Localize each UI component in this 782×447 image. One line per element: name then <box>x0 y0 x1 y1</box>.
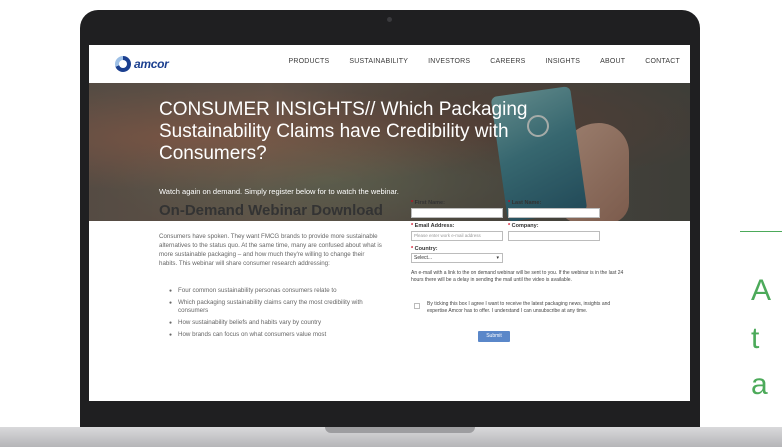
logo-mark-icon <box>115 56 131 72</box>
hero-title: CONSUMER INSIGHTS// Which Packaging Sust… <box>159 99 528 164</box>
camera-icon <box>387 17 392 22</box>
consent-checkbox[interactable] <box>414 303 420 309</box>
list-item: Four common sustainability personas cons… <box>169 287 394 295</box>
country-select-value: Select... <box>414 255 433 261</box>
last-name-label: * Last Name: <box>508 200 542 206</box>
nav-item-contact[interactable]: CONTACT <box>645 58 680 65</box>
slide-text-fragment: a <box>751 368 768 401</box>
amcor-logo[interactable]: amcor <box>115 56 169 72</box>
hero-banner: CONSUMER INSIGHTS// Which Packaging Sust… <box>89 83 690 221</box>
nav-item-investors[interactable]: INVESTORS <box>428 58 470 65</box>
logo-text: amcor <box>134 57 169 71</box>
country-label: * Country: <box>411 246 438 252</box>
last-name-field[interactable] <box>508 208 600 218</box>
nav-menu: PRODUCTS SUSTAINABILITY INVESTORS CAREER… <box>289 58 680 65</box>
email-field[interactable]: Please enter work e-mail address <box>411 231 503 241</box>
screen-bottom-bezel <box>89 401 690 427</box>
nav-item-insights[interactable]: INSIGHTS <box>545 58 580 65</box>
company-label: * Company: <box>508 223 539 229</box>
laptop-screen: amcor PRODUCTS SUSTAINABILITY INVESTORS … <box>89 45 690 401</box>
list-item: Which packaging sustainability claims ca… <box>169 299 394 315</box>
company-field[interactable] <box>508 231 600 241</box>
consent-text: By ticking this box I agree I want to re… <box>427 301 611 314</box>
email-label: * Email Address: <box>411 223 455 229</box>
slide-text-fragment: t <box>751 322 760 355</box>
list-item: How brands can focus on what consumers v… <box>169 331 394 339</box>
content-title: On-Demand Webinar Download <box>159 202 383 219</box>
nav-item-products[interactable]: PRODUCTS <box>289 58 330 65</box>
top-navbar: amcor PRODUCTS SUSTAINABILITY INVESTORS … <box>89 45 690 83</box>
content-body: Consumers have spoken. They want FMCG br… <box>159 233 382 267</box>
list-item: How sustainability beliefs and habits va… <box>169 319 394 327</box>
form-note: An e-mail with a link to the on demand w… <box>411 270 624 283</box>
topic-list: Four common sustainability personas cons… <box>169 287 394 343</box>
first-name-field[interactable] <box>411 208 503 218</box>
laptop-notch <box>325 427 475 433</box>
nav-item-careers[interactable]: CAREERS <box>490 58 525 65</box>
slide-text-fragment: A <box>751 274 772 307</box>
nav-item-sustainability[interactable]: SUSTAINABILITY <box>349 58 408 65</box>
first-name-label: * First Name: <box>411 200 445 206</box>
hero-subtitle: Watch again on demand. Simply register b… <box>159 187 399 196</box>
country-select[interactable]: Select... ▾ <box>411 253 503 263</box>
accent-divider <box>740 231 782 232</box>
nav-item-about[interactable]: ABOUT <box>600 58 625 65</box>
submit-button[interactable]: Submit <box>478 331 510 342</box>
chevron-down-icon: ▾ <box>496 255 499 261</box>
